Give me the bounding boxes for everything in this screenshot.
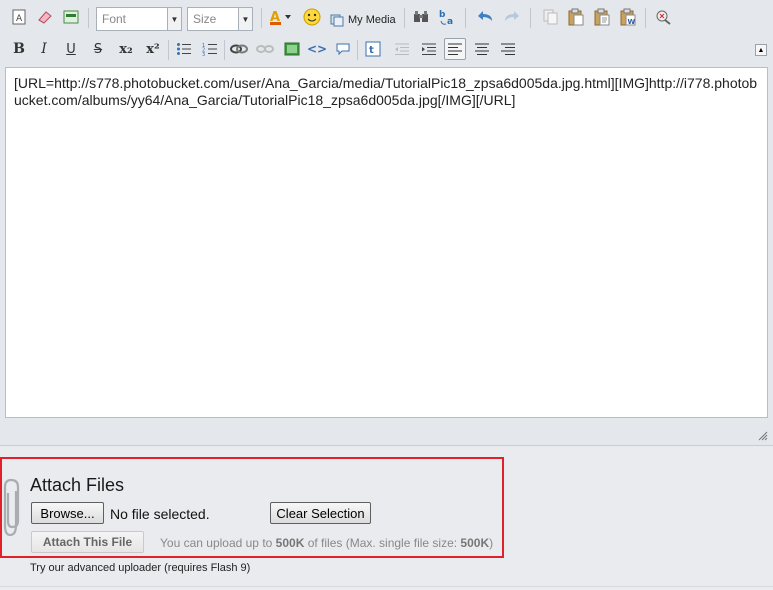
smiley-icon[interactable] <box>301 6 323 28</box>
toolbar-separator <box>530 8 531 28</box>
chevron-down-icon[interactable]: ▼ <box>238 8 252 30</box>
attach-files-title: Attach Files <box>30 475 125 495</box>
clear-selection-button[interactable]: Clear Selection <box>270 502 371 524</box>
no-file-status: No file selected. <box>110 506 210 522</box>
toggle-toolbar-icon[interactable] <box>60 6 82 28</box>
svg-text:W: W <box>628 18 636 26</box>
single-file-limit: 500K <box>460 536 490 550</box>
upload-limit: 500K <box>275 536 305 550</box>
upload-limit-info: You can upload up to 500K of files (Max.… <box>160 536 493 550</box>
link-icon[interactable] <box>228 38 250 60</box>
toolbar-separator <box>168 40 169 60</box>
svg-text:A: A <box>16 14 23 24</box>
redo-icon[interactable] <box>500 6 522 28</box>
spellcheck-icon[interactable] <box>652 6 674 28</box>
replace-icon[interactable]: ba <box>436 6 458 28</box>
toolbar-separator <box>645 8 646 28</box>
superscript-icon[interactable]: x² <box>142 38 164 60</box>
strikethrough-icon[interactable]: S <box>87 38 109 60</box>
upload-suffix: ) <box>489 536 494 550</box>
underline-icon[interactable]: U <box>60 38 82 60</box>
align-right-icon[interactable] <box>497 38 519 60</box>
paragraph-icon[interactable]: t <box>362 38 384 60</box>
toolbar-row-2: B I U S x₂ x² 123 <> t <box>0 34 773 64</box>
browse-button[interactable]: Browse... <box>31 502 104 524</box>
paste-icon[interactable] <box>565 6 587 28</box>
subscript-icon[interactable]: x₂ <box>115 38 137 60</box>
toolbar-separator <box>261 8 262 28</box>
numbered-list-icon[interactable]: 123 <box>199 38 221 60</box>
toolbar-separator <box>88 8 89 28</box>
chevron-down-icon[interactable]: ▼ <box>167 8 181 30</box>
source-mode-icon[interactable]: A <box>8 6 30 28</box>
italic-icon[interactable]: I <box>33 38 55 60</box>
unlink-icon[interactable] <box>254 38 276 60</box>
toolbar-separator <box>465 8 466 28</box>
advanced-uploader-link[interactable]: Try our advanced uploader (requires Flas… <box>30 562 250 574</box>
toolbar-separator <box>224 40 225 60</box>
upload-prefix: You can upload up to <box>160 536 276 550</box>
toolbar-separator <box>404 8 405 28</box>
outdent-icon[interactable] <box>391 38 413 60</box>
code-icon[interactable]: <> <box>306 38 328 60</box>
undo-icon[interactable] <box>475 6 497 28</box>
my-media-label: My Media <box>348 14 396 26</box>
copy-icon[interactable] <box>540 6 562 28</box>
toolbar-row-1: A Font ▼ Size ▼ A My Media b a W <box>0 2 773 32</box>
editor-frame: A Font ▼ Size ▼ A My Media b a W B I U S… <box>0 0 773 446</box>
indent-icon[interactable] <box>418 38 440 60</box>
upload-middle: of files (Max. single file size: <box>304 536 461 550</box>
font-select-label: Font <box>102 12 127 26</box>
align-center-icon[interactable] <box>471 38 493 60</box>
paste-text-icon[interactable] <box>591 6 613 28</box>
collapse-toolbar-button[interactable]: ▲ <box>755 44 767 56</box>
bold-icon[interactable]: B <box>8 38 30 60</box>
quote-icon[interactable] <box>332 38 354 60</box>
align-left-icon[interactable] <box>444 38 466 60</box>
divider <box>0 586 773 587</box>
resize-grip-icon[interactable] <box>756 429 768 441</box>
attach-this-file-button[interactable]: Attach This File <box>31 531 144 553</box>
message-editor[interactable]: [URL=http://s778.photobucket.com/user/An… <box>5 67 768 418</box>
svg-text:t: t <box>369 45 374 56</box>
size-select-label: Size <box>193 12 217 26</box>
paste-word-icon[interactable]: W <box>617 6 639 28</box>
toolbar-separator <box>357 40 358 60</box>
svg-text:a: a <box>447 17 453 26</box>
remove-format-icon[interactable] <box>34 6 56 28</box>
text-color-icon[interactable]: A <box>268 6 296 28</box>
svg-text:3: 3 <box>202 52 205 56</box>
size-select[interactable]: Size ▼ <box>187 7 253 31</box>
bulleted-list-icon[interactable] <box>173 38 195 60</box>
font-select[interactable]: Font ▼ <box>96 7 182 31</box>
paperclip-icon <box>3 478 20 537</box>
my-media-button[interactable]: My Media <box>330 10 396 30</box>
my-media-icon <box>330 14 344 27</box>
svg-text:b: b <box>439 10 446 20</box>
image-icon[interactable] <box>281 38 303 60</box>
find-icon[interactable] <box>410 6 432 28</box>
